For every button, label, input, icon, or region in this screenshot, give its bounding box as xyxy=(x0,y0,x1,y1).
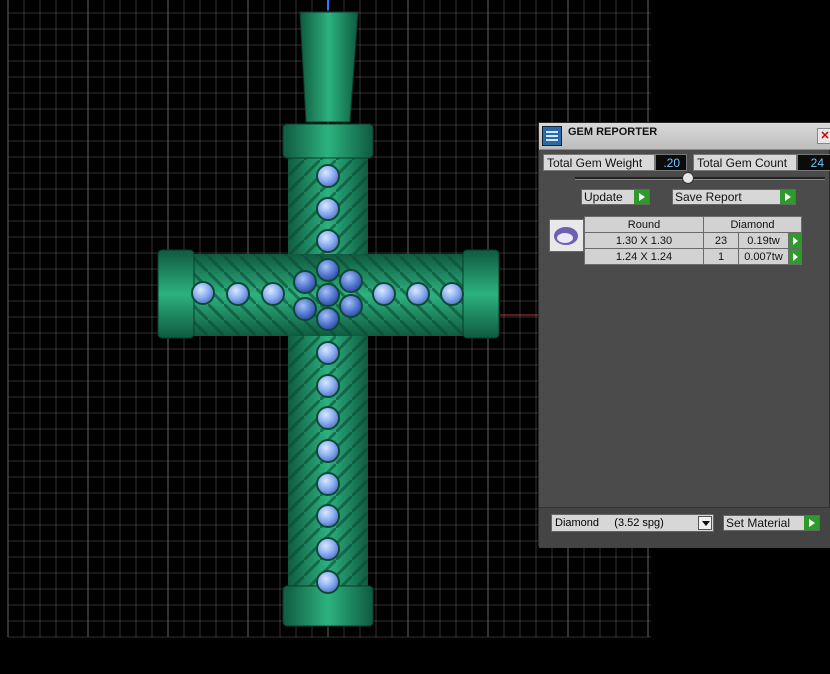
gem-stone[interactable] xyxy=(316,258,340,282)
gem-stone[interactable] xyxy=(316,197,340,221)
set-material-label: Set Material xyxy=(726,516,791,530)
gem-reporter-panel: GEM REPORTER ✕ Total Gem Weight .20 Tota… xyxy=(538,122,830,548)
table-header-row: Round Diamond xyxy=(584,216,802,233)
panel-title: GEM REPORTER xyxy=(568,126,658,138)
save-report-label: Save Report xyxy=(675,190,742,204)
gem-stone[interactable] xyxy=(316,374,340,398)
gem-stone[interactable] xyxy=(293,297,317,321)
report-icon xyxy=(542,126,562,146)
total-gem-weight-value: .20 xyxy=(655,154,687,171)
total-gem-weight-label: Total Gem Weight xyxy=(543,154,655,171)
gem-stone[interactable] xyxy=(316,439,340,463)
gem-stone[interactable] xyxy=(316,307,340,331)
gem-size-cell: 1.24 X 1.24 xyxy=(584,248,704,265)
right-cap xyxy=(462,249,500,339)
gem-stone[interactable] xyxy=(316,472,340,496)
material-select-value: Diamond (3.52 spg) xyxy=(555,517,664,529)
gem-size-cell: 1.30 X 1.30 xyxy=(584,232,704,249)
gem-stone[interactable] xyxy=(226,282,250,306)
material-select[interactable]: Diamond (3.52 spg) xyxy=(551,514,714,532)
left-cap xyxy=(157,249,195,339)
gem-stone[interactable] xyxy=(440,282,464,306)
table-row[interactable]: 1.24 X 1.24 1 0.007tw xyxy=(584,248,802,265)
pendant-bail xyxy=(299,11,359,123)
cross-pendant[interactable] xyxy=(157,0,500,627)
save-report-button[interactable]: Save Report xyxy=(672,189,796,205)
set-material-button[interactable]: Set Material xyxy=(723,515,820,531)
play-arrow-icon xyxy=(804,516,819,530)
gem-count-cell: 1 xyxy=(703,248,739,265)
gem-stone[interactable] xyxy=(316,283,340,307)
gem-stone[interactable] xyxy=(406,282,430,306)
gem-stone[interactable] xyxy=(316,341,340,365)
gem-stone[interactable] xyxy=(316,504,340,528)
gem-stone[interactable] xyxy=(339,294,363,318)
slider-track[interactable] xyxy=(575,177,825,180)
gem-table: Round Diamond 1.30 X 1.30 23 0.19tw 1.24… xyxy=(584,216,802,265)
chevron-down-icon[interactable] xyxy=(698,516,712,530)
gem-stone[interactable] xyxy=(316,229,340,253)
total-gem-count-value: 24 xyxy=(797,154,830,171)
gem-weight-cell: 0.19tw xyxy=(738,232,789,249)
gem-count-cell: 23 xyxy=(703,232,739,249)
gem-stone[interactable] xyxy=(293,270,317,294)
material-header: Diamond xyxy=(703,216,802,233)
total-gem-count-label: Total Gem Count xyxy=(693,154,797,171)
gem-stone[interactable] xyxy=(339,269,363,293)
gem-stone[interactable] xyxy=(316,537,340,561)
update-button[interactable]: Update xyxy=(581,189,650,205)
gem-stone[interactable] xyxy=(316,570,340,594)
play-arrow-icon xyxy=(780,190,795,204)
gem-stone[interactable] xyxy=(372,282,396,306)
gem-stone[interactable] xyxy=(316,406,340,430)
shape-header: Round xyxy=(584,216,704,233)
update-label: Update xyxy=(584,190,623,204)
gem-weight-cell: 0.007tw xyxy=(738,248,789,265)
select-row-arrow-icon[interactable] xyxy=(788,232,802,249)
gem-stone[interactable] xyxy=(191,281,215,305)
table-row[interactable]: 1.30 X 1.30 23 0.19tw xyxy=(584,232,802,249)
select-row-arrow-icon[interactable] xyxy=(788,248,802,265)
title-bar[interactable]: GEM REPORTER ✕ xyxy=(539,123,830,150)
gem-stone[interactable] xyxy=(261,282,285,306)
play-arrow-icon xyxy=(634,190,649,204)
gem-stone[interactable] xyxy=(316,164,340,188)
close-icon[interactable]: ✕ xyxy=(817,128,830,144)
top-cap xyxy=(282,123,374,159)
slider-handle[interactable] xyxy=(682,172,694,184)
gem-thumbnail[interactable] xyxy=(549,219,584,252)
